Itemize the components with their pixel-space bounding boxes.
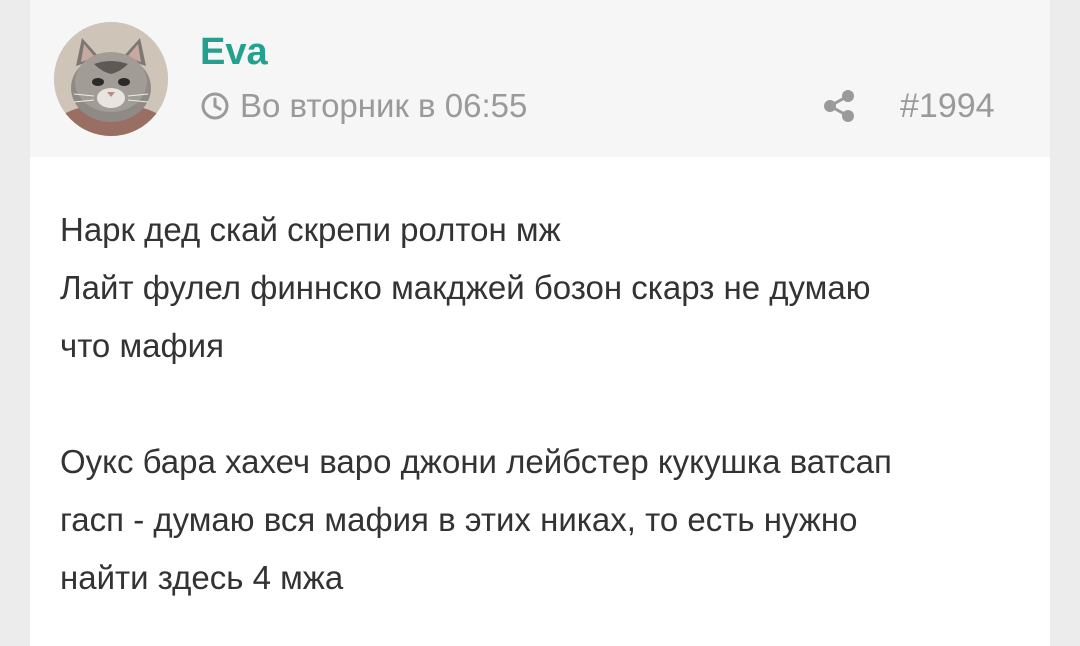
cat-avatar-image [54, 22, 168, 136]
post-card: Eva Во вторник в 06:55 #1994 Нарк дед ск… [30, 0, 1050, 646]
post-number-link[interactable]: #1994 [900, 86, 995, 126]
avatar[interactable] [54, 22, 168, 136]
post-timestamp: Во вторник в 06:55 [200, 86, 527, 126]
share-icon[interactable] [822, 88, 858, 124]
post-line: Оукс бара хахеч варо джони лейбстер куку… [60, 443, 892, 480]
post-line: Лайт фулел финнско макджей бозон скарз н… [60, 269, 871, 306]
post-line: найти здесь 4 мжа [60, 559, 344, 596]
post-line: Нарк дед скай скрепи ролтон мж [60, 211, 561, 248]
post-line: что мафия [60, 327, 224, 364]
post-line: гасп - думаю вся мафия в этих никах, то … [60, 501, 858, 538]
clock-icon [200, 91, 230, 121]
post-time-text: Во вторник в 06:55 [240, 87, 528, 124]
post-body: Нарк дед скай скрепи ролтон мж Лайт фуле… [60, 201, 1020, 607]
author-name[interactable]: Eva [200, 30, 268, 74]
post-header: Eva Во вторник в 06:55 #1994 [30, 0, 1050, 157]
